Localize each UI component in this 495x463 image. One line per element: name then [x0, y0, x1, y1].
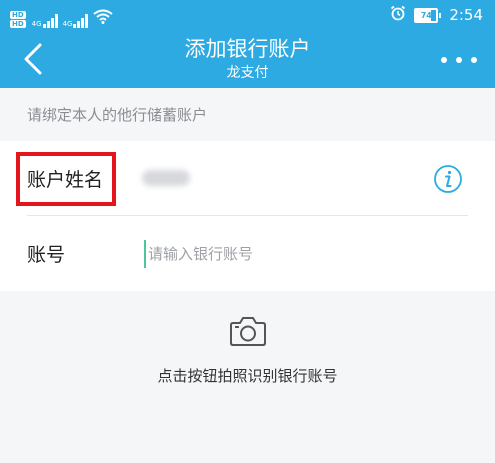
more-dots-icon	[441, 57, 447, 63]
alarm-icon	[390, 5, 406, 25]
name-row: 账户姓名	[0, 141, 495, 216]
hd-badge: HD	[10, 11, 26, 19]
status-left: HD HD 4G 4G	[10, 2, 114, 28]
hint-text: 请绑定本人的他行储蓄账户	[27, 106, 208, 124]
form-card: 账户姓名 账号	[0, 141, 495, 291]
info-icon	[434, 165, 462, 193]
name-value-blurred	[142, 170, 190, 186]
camera-hint-text: 点击按钮拍照识别银行账号	[157, 367, 338, 385]
battery-level: 74	[420, 10, 432, 20]
signal-label: 4G	[62, 20, 73, 28]
signal-icon: 4G	[32, 14, 59, 28]
name-label: 账户姓名	[27, 169, 104, 191]
camera-icon	[230, 317, 266, 346]
account-number-input[interactable]	[144, 240, 448, 268]
signal-label: 4G	[31, 20, 42, 28]
page-subtitle: 龙支付	[226, 65, 269, 81]
signal-icon: 4G	[63, 14, 90, 28]
info-button[interactable]	[433, 164, 463, 194]
clock-time: 2:54	[449, 6, 483, 24]
status-bar: HD HD 4G 4G 74 2:54	[0, 0, 495, 30]
status-right: 74 2:54	[390, 4, 483, 26]
camera-button[interactable]	[229, 314, 267, 348]
title-group: 添加银行账户 龙支付	[0, 35, 495, 83]
hd-badges: HD HD	[10, 11, 26, 28]
account-row: 账号	[0, 216, 495, 291]
more-options-button[interactable]	[441, 50, 477, 70]
page-title: 添加银行账户	[184, 37, 311, 61]
wifi-icon	[93, 9, 114, 28]
account-label: 账号	[27, 244, 66, 266]
hd-badge: HD	[10, 20, 26, 28]
title-bar: 添加银行账户 龙支付	[0, 30, 495, 88]
battery-icon: 74	[414, 7, 442, 23]
